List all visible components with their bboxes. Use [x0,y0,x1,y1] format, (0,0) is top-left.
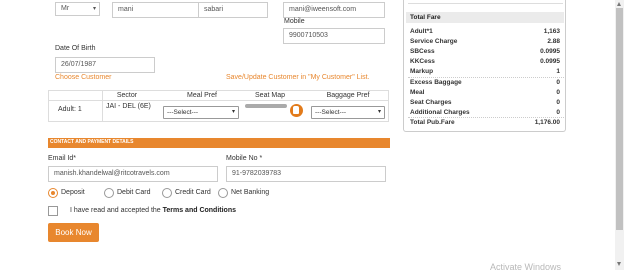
dob-value: 26/07/1987 [61,61,97,68]
terms-text: I have read and accepted the Terms and C… [70,207,236,214]
contact-email-field[interactable]: manish.khandelwal@ritcotravels.com [48,166,218,182]
fare-label: Adult*1 [410,28,433,35]
fare-row-seat-charges: Seat Charges 0 [410,98,562,107]
last-name-field[interactable]: sabari [198,2,268,18]
fare-label: Seat Charges [410,99,452,106]
fare-row-total: Total Pub.Fare 1,176.00 [410,118,562,127]
header-meal-pref: Meal Pref [187,92,217,99]
fare-row-sbcess: SBCess 0.0995 [410,47,562,56]
fare-total-label: Total Pub.Fare [410,119,455,126]
fare-row-additional-charges: Additional Charges 0 [410,108,562,117]
first-name-value: mani [118,6,134,13]
customer-email-field[interactable]: mani@iweensoft.com [283,2,385,18]
fare-row-meal: Meal 0 [410,88,562,97]
label-deposit: Deposit [61,189,85,196]
contact-section-title: CONTACT AND PAYMENT DETAILS [50,139,134,145]
fare-row-adult: Adult*1 1,163 [410,27,562,36]
scroll-up-arrow-icon[interactable] [617,2,621,6]
terms-link[interactable]: Terms and Conditions [163,207,236,214]
terms-prefix: I have read and accepted the [70,207,163,214]
choose-customer-link[interactable]: Choose Customer [55,74,111,81]
header-sector: Sector [116,92,138,99]
fare-label: Meal [410,89,425,96]
contact-mobile-label: Mobile No * [226,155,263,162]
customer-mobile-value: 9900710503 [289,32,328,39]
scroll-down-arrow-icon[interactable] [617,262,621,266]
book-now-button[interactable]: Book Now [48,223,99,242]
fare-row-excess-baggage: Excess Baggage 0 [410,78,562,87]
activate-windows-watermark: Activate Windows [490,262,562,270]
dob-label: Date Of Birth [55,45,96,52]
chevron-down-icon: ▾ [231,109,235,115]
label-debit-card: Debit Card [117,189,151,196]
header-seat-map: Seat Map [255,92,285,99]
baggage-select-value: ---Select--- [315,109,347,116]
title-select[interactable]: Mr ▾ [55,2,100,16]
customer-email-value: mani@iweensoft.com [289,6,357,13]
scrollbar-thumb[interactable] [616,8,623,230]
fare-label: KKCess [410,58,435,65]
save-customer-link[interactable]: Save/Update Customer in "My Customer" Li… [226,74,369,81]
pref-table-divider [49,100,388,101]
customer-mobile-field[interactable]: 9900710503 [283,28,385,44]
fare-row-kkcess: KKCess 0.0995 [410,57,562,66]
fare-value: 2.88 [547,38,560,45]
fare-value: 0 [556,99,560,106]
fare-row-markup: Markup 1 [410,67,562,76]
passenger-label: Adult: 1 [58,106,82,113]
fare-value: 0 [556,109,560,116]
meal-select[interactable]: ---Select--- ▾ [163,106,239,119]
fare-label: Excess Baggage [410,79,462,86]
hand-pointer-icon [293,106,299,114]
seat-map-button[interactable] [290,104,303,117]
contact-email-value: manish.khandelwal@ritcotravels.com [54,170,170,177]
fare-value: 0.0995 [540,58,560,65]
radio-debit-card[interactable] [104,188,114,198]
baggage-select[interactable]: ---Select--- ▾ [311,106,385,119]
first-name-field[interactable]: mani [112,2,212,18]
fare-total-value: 1,176.00 [534,119,560,126]
fare-value: 0 [556,79,560,86]
fare-value: 1,163 [543,28,560,35]
contact-email-label: Email Id* [48,155,77,162]
fare-panel: Total Fare Adult*1 1,163 Service Charge 2.… [403,0,566,132]
label-credit-card: Credit Card [175,189,211,196]
fare-row-service-charge: Service Charge 2.88 [410,37,562,46]
chevron-down-icon: ▾ [92,6,96,12]
contact-mobile-value: 91-9782039783 [232,170,282,177]
fare-label: SBCess [410,48,435,55]
scrollbar-track[interactable] [615,0,624,270]
fare-value: 0.0995 [540,48,560,55]
dob-field[interactable]: 26/07/1987 [55,57,155,73]
meal-select-value: ---Select--- [167,109,199,116]
fare-label: Markup [410,68,434,75]
header-baggage-pref: Baggage Pref [326,92,370,99]
radio-net-banking[interactable] [218,188,228,198]
fare-title-bar: Total Fare [406,12,564,23]
fare-value: 0 [556,89,560,96]
sector-value: JAI - DEL (6E) [106,103,151,110]
contact-section-header: CONTACT AND PAYMENT DETAILS [48,138,390,148]
title-value: Mr [61,5,70,12]
terms-checkbox[interactable] [48,206,58,216]
customer-mobile-label: Mobile [284,18,305,25]
contact-mobile-field[interactable]: 91-9782039783 [226,166,386,182]
fare-label: Service Charge [410,38,458,45]
fare-label: Additional Charges [410,109,470,116]
radio-credit-card[interactable] [162,188,172,198]
radio-deposit[interactable] [48,188,58,198]
label-net-banking: Net Banking [231,189,270,196]
fare-panel-top-sep [408,3,563,4]
last-name-value: sabari [204,6,224,13]
book-now-label: Book Now [55,228,92,237]
fare-title: Total Fare [410,14,441,21]
fare-value: 1 [556,68,560,75]
seat-map-bar [245,104,287,108]
chevron-down-icon: ▾ [377,109,381,115]
